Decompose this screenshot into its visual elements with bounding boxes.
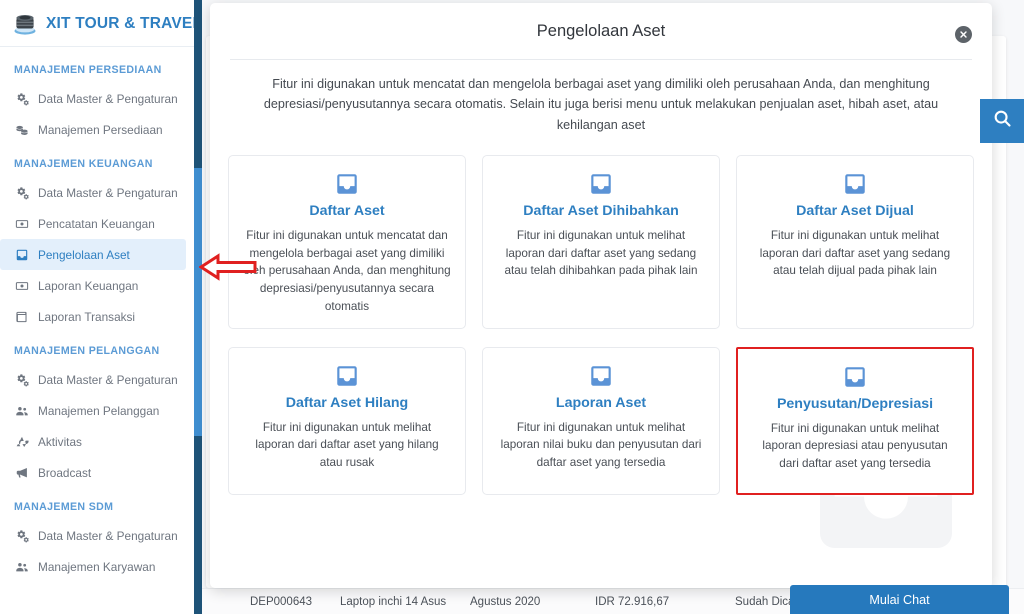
feature-card-penyusutan-depresiasi[interactable]: Penyusutan/Depresiasi Fitur ini digunakan… <box>736 346 974 495</box>
inbox-icon <box>243 362 451 390</box>
pengelolaan-aset-modal: Pengelolaan Aset Fitur ini digunakan unt… <box>210 3 992 588</box>
money-bill-icon <box>14 216 29 231</box>
sidebar-item-label: Manajemen Persediaan <box>38 122 163 137</box>
sidebar-item-label: Pencatatan Keuangan <box>38 216 155 231</box>
cogs-icon <box>14 91 29 106</box>
sidebar: XIT TOUR & TRAVEL MANAJEMEN PERSEDIAAN Da… <box>0 0 194 614</box>
sidebar-item-label: Aktivitas <box>38 434 82 449</box>
feature-card-daftar-aset-dihibahkan[interactable]: Daftar Aset Dihibahkan Fitur ini digunaka… <box>482 155 720 329</box>
feature-card-laporan-aset[interactable]: Laporan Aset Fitur ini digunakan untuk me… <box>482 346 720 495</box>
cogs-icon <box>14 528 29 543</box>
sidebar-item-broadcast[interactable]: Broadcast <box>0 457 194 488</box>
feature-card-description: Fitur ini digunakan untuk melihat lapora… <box>500 420 702 470</box>
feature-card-daftar-aset[interactable]: Daftar Aset Fitur ini digunakan untuk men… <box>228 155 466 329</box>
brand-name: XIT TOUR & TRAVEL <box>46 15 194 32</box>
sidebar-item-pengelolaan-aset[interactable]: Pengelolaan Aset <box>0 239 186 270</box>
sidebar-item-pencatatan-keuangan[interactable]: Pencatatan Keuangan <box>0 208 194 239</box>
cogs-icon <box>14 372 29 387</box>
recycle-icon <box>14 434 29 449</box>
sidebar-item-manajemen-karyawan[interactable]: Manajemen Karyawan <box>0 551 194 582</box>
sidebar-item-label: Laporan Keuangan <box>38 278 139 293</box>
book-icon <box>14 309 29 324</box>
sidebar-item-aktivitas[interactable]: Aktivitas <box>0 426 194 457</box>
feature-card-daftar-aset-hilang[interactable]: Daftar Aset Hilang Fitur ini digunakan un… <box>228 346 466 495</box>
inbox-icon <box>243 170 451 198</box>
sidebar-group-title: MANAJEMEN KEUANGAN <box>14 158 153 170</box>
sidebar-group-title: MANAJEMEN PERSEDIAAN <box>14 64 162 76</box>
feature-card-grid: Daftar Aset Fitur ini digunakan untuk men… <box>210 139 992 495</box>
sidebar-item-data-master-pengaturan[interactable]: Data Master & Pengaturan <box>0 177 194 208</box>
modal-header: Pengelolaan Aset <box>210 3 992 59</box>
brand-header[interactable]: XIT TOUR & TRAVEL <box>0 0 194 46</box>
sidebar-item-label: Data Master & Pengaturan <box>38 528 178 543</box>
table-cell-item: Laptop inchi 14 Asus <box>340 595 447 608</box>
bullhorn-icon <box>14 465 29 480</box>
inbox-icon <box>751 170 959 198</box>
cogs-icon <box>14 185 29 200</box>
sidebar-group-title: MANAJEMEN SDM <box>14 501 114 513</box>
coins-icon <box>14 122 29 137</box>
sidebar-item-label: Laporan Transaksi <box>38 309 136 324</box>
feature-card-title: Daftar Aset Dijual <box>796 203 914 220</box>
sidebar-item-label: Manajemen Karyawan <box>38 559 156 574</box>
feature-card-description: Fitur ini digunakan untuk melihat lapora… <box>759 228 951 278</box>
search-button[interactable] <box>980 99 1024 143</box>
feature-card-description: Fitur ini digunakan untuk melihat lapora… <box>762 421 948 471</box>
sidebar-item-label: Data Master & Pengaturan <box>38 372 178 387</box>
sidebar-divider <box>0 46 194 47</box>
users-icon <box>14 403 29 418</box>
feature-card-description: Fitur ini digunakan untuk melihat lapora… <box>504 228 698 278</box>
inbox-icon <box>497 362 705 390</box>
feature-card-description: Fitur ini digunakan untuk mencatat dan m… <box>243 228 451 314</box>
sidebar-item-label: Data Master & Pengaturan <box>38 91 178 106</box>
sidebar-item-label: Data Master & Pengaturan <box>38 185 178 200</box>
inbox-icon <box>752 363 958 391</box>
table-cell-period: Agustus 2020 <box>470 595 541 608</box>
sidebar-item-laporan-transaksi[interactable]: Laporan Transaksi <box>0 301 194 332</box>
feature-card-title: Daftar Aset Dihibahkan <box>523 203 679 220</box>
table-cell-code: DEP000643 <box>250 595 313 608</box>
modal-description: Fitur ini digunakan untuk mencatat dan m… <box>263 77 939 132</box>
sidebar-item-manajemen-persediaan[interactable]: Manajemen Persediaan <box>0 114 194 145</box>
sidebar-item-manajemen-pelanggan[interactable]: Manajemen Pelanggan <box>0 395 194 426</box>
feature-card-title: Daftar Aset <box>309 203 385 220</box>
users-icon <box>14 559 29 574</box>
sidebar-item-label: Pengelolaan Aset <box>38 247 130 262</box>
sidebar-group-title: MANAJEMEN PELANGGAN <box>14 345 160 357</box>
feature-card-description: Fitur ini digunakan untuk melihat lapora… <box>255 420 439 470</box>
sidebar-item-data-master-pengaturan[interactable]: Data Master & Pengaturan <box>0 364 194 395</box>
sidebar-item-label: Broadcast <box>38 465 92 480</box>
start-chat-button[interactable]: Mulai Chat <box>790 585 1009 614</box>
search-icon <box>992 108 1013 134</box>
close-icon[interactable] <box>955 26 972 43</box>
sidebar-item-laporan-keuangan[interactable]: Laporan Keuangan <box>0 270 194 301</box>
sidebar-scrollbar-thumb[interactable] <box>194 168 202 436</box>
table-cell-amount: IDR 72.916,67 <box>595 595 670 608</box>
feature-card-title: Daftar Aset Hilang <box>285 394 409 411</box>
page-title: Pengelolaan Aset <box>536 21 666 40</box>
sidebar-item-data-master-pengaturan[interactable]: Data Master & Pengaturan <box>0 520 194 551</box>
feature-card-title: Laporan Aset <box>555 394 647 411</box>
app-root: XIT TOUR & TRAVEL MANAJEMEN PERSEDIAAN Da… <box>0 0 1024 614</box>
sidebar-nav: MANAJEMEN PERSEDIAAN Data Master & Pengat… <box>0 51 194 582</box>
feature-card-title: Penyusutan/Depresiasi <box>776 395 934 412</box>
layer-stack-logo-icon <box>12 11 38 37</box>
sidebar-item-label: Manajemen Pelanggan <box>38 403 160 418</box>
inbox-icon <box>14 247 29 262</box>
sidebar-item-data-master-pengaturan[interactable]: Data Master & Pengaturan <box>0 83 194 114</box>
money-bill-icon <box>14 278 29 293</box>
inbox-icon <box>497 170 705 198</box>
feature-card-daftar-aset-dijual[interactable]: Daftar Aset Dijual Fitur ini digunakan un… <box>736 155 974 329</box>
